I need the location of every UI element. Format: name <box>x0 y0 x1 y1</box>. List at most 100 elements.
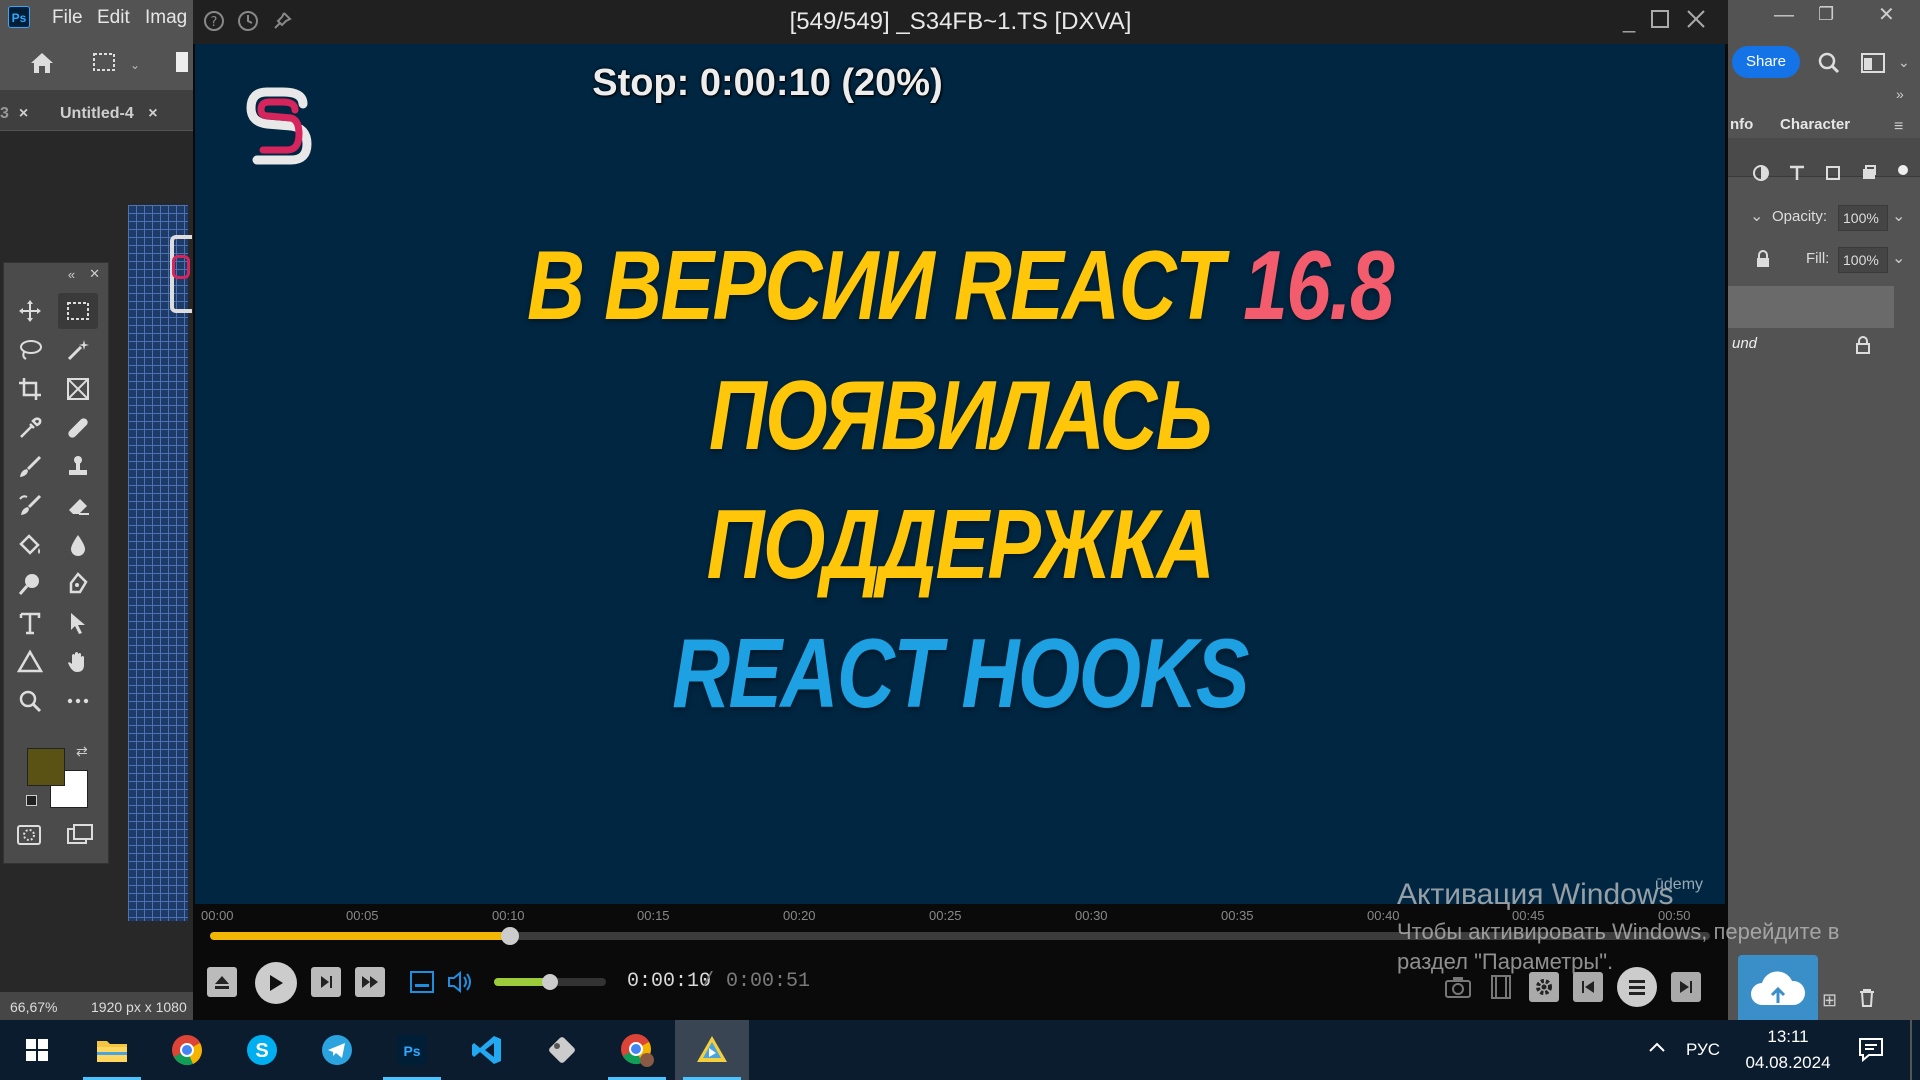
window-title: [549/549] _S34FB~1.TS [DXVA] <box>789 8 1132 35</box>
frame-tool-icon[interactable] <box>58 371 98 407</box>
shape-tool-icon[interactable] <box>10 644 50 680</box>
opacity-field[interactable]: 100% <box>1838 205 1888 231</box>
taskbar-chrome-profile[interactable] <box>600 1020 674 1080</box>
close-icon[interactable]: × <box>148 105 157 122</box>
workspace-icon[interactable] <box>1860 52 1886 74</box>
search-icon[interactable] <box>1816 50 1842 76</box>
pen-tool-icon[interactable] <box>58 566 98 602</box>
healing-brush-tool-icon[interactable] <box>58 410 98 446</box>
volume-icon[interactable] <box>445 967 475 997</box>
layer-filter-icons <box>1752 164 1910 182</box>
opacity-label: Opacity: <box>1772 208 1828 225</box>
camera-icon[interactable] <box>1443 973 1473 1001</box>
screen-mode-icon[interactable] <box>66 823 94 847</box>
foreground-color-swatch-top[interactable] <box>27 748 65 786</box>
swap-colors-icon[interactable]: ⇄ <box>76 743 88 760</box>
close-icon[interactable]: ✕ <box>89 266 100 282</box>
trash-icon[interactable] <box>1858 988 1876 1008</box>
video-frame[interactable]: В ВЕРСИИ REACT 16.8 ПОЯВИЛАСЬ ПОДДЕРЖКА … <box>195 44 1725 904</box>
zoom-level[interactable]: 66,67% <box>10 999 57 1015</box>
shape-filter-icon[interactable] <box>1824 164 1842 182</box>
tab-character[interactable]: Character <box>1780 116 1850 133</box>
eraser-tool-icon[interactable] <box>58 488 98 524</box>
new-layer-icon[interactable]: ⊞ <box>1822 990 1837 1011</box>
eject-icon[interactable] <box>207 967 237 997</box>
language-indicator[interactable]: РУС <box>1686 1040 1720 1060</box>
paint-bucket-tool-icon[interactable] <box>10 527 50 563</box>
collapse-icon[interactable]: « <box>68 267 75 282</box>
move-tool-icon[interactable] <box>10 293 50 329</box>
film-icon[interactable] <box>1487 973 1515 1001</box>
taskbar-file-explorer[interactable] <box>75 1020 149 1080</box>
more-tools-icon[interactable] <box>58 683 98 719</box>
tick-label: 00:20 <box>783 908 816 923</box>
show-desktop[interactable] <box>1910 1020 1912 1080</box>
chevron-down-icon[interactable]: ⌄ <box>1892 248 1905 268</box>
taskbar-media-player[interactable] <box>675 1020 749 1080</box>
play-icon[interactable] <box>255 962 297 1004</box>
chevron-down-icon[interactable]: ⌄ <box>1892 206 1905 226</box>
share-button[interactable]: Share <box>1732 46 1800 78</box>
hand-tool-icon[interactable] <box>58 644 98 680</box>
filter-toggle-icon[interactable] <box>1896 164 1910 182</box>
tick-label: 00:05 <box>346 908 379 923</box>
brush-tool-icon[interactable] <box>10 449 50 485</box>
layer-row-selected[interactable] <box>1728 286 1894 328</box>
clone-stamp-tool-icon[interactable] <box>58 449 98 485</box>
taskbar-photoshop[interactable]: Ps <box>375 1020 449 1080</box>
path-selection-tool-icon[interactable] <box>58 605 98 641</box>
expand-panels-icon[interactable]: » <box>1896 86 1904 102</box>
type-tool-icon[interactable] <box>10 605 50 641</box>
taskbar-vscode[interactable] <box>450 1020 524 1080</box>
menu-edit[interactable]: Edit <box>97 7 130 29</box>
eyedropper-tool-icon[interactable] <box>10 410 50 446</box>
tick-label: 00:30 <box>1075 908 1108 923</box>
volume-slider[interactable] <box>494 974 606 990</box>
default-colors-icon[interactable] <box>26 795 37 806</box>
maximize-icon[interactable] <box>1649 8 1671 34</box>
layer-name[interactable]: und <box>1732 335 1757 352</box>
close-icon[interactable] <box>1685 8 1707 34</box>
history-brush-tool-icon[interactable] <box>10 488 50 524</box>
step-forward-icon[interactable] <box>311 967 341 997</box>
adjustment-filter-icon[interactable] <box>1752 164 1770 182</box>
fill-field[interactable]: 100% <box>1838 247 1888 273</box>
taskbar-chrome[interactable] <box>150 1020 224 1080</box>
menu-file[interactable]: File <box>52 7 83 29</box>
taskbar-telegram[interactable] <box>300 1020 374 1080</box>
chevron-down-icon[interactable]: ⌄ <box>1898 54 1910 71</box>
quick-mask-icon[interactable] <box>16 823 42 847</box>
photoshop-logo[interactable]: Ps <box>8 6 30 28</box>
lasso-tool-icon[interactable] <box>10 332 50 368</box>
dodge-tool-icon[interactable] <box>10 566 50 602</box>
fast-forward-icon[interactable] <box>355 967 385 997</box>
panel-menu-icon[interactable]: ≡ <box>1894 118 1903 136</box>
minimize-icon[interactable]: _ <box>1623 8 1635 34</box>
type-filter-icon[interactable] <box>1788 164 1806 182</box>
smart-object-filter-icon[interactable] <box>1860 164 1878 182</box>
crop-tool-icon[interactable] <box>10 371 50 407</box>
taskbar-skype[interactable]: S <box>225 1020 299 1080</box>
close-icon[interactable]: ✕ <box>1878 2 1895 27</box>
subtitles-icon[interactable] <box>407 967 437 997</box>
tick-label: 00:35 <box>1221 908 1254 923</box>
chevron-up-icon[interactable] <box>1647 1038 1667 1058</box>
slide-text-yellow: В ВЕРСИИ REACT <box>527 230 1244 340</box>
menu-image[interactable]: Imag <box>145 7 191 29</box>
seek-thumb[interactable] <box>501 927 519 945</box>
windows-icon <box>26 1039 48 1061</box>
notifications-icon[interactable] <box>1857 1036 1885 1062</box>
blur-tool-icon[interactable] <box>58 527 98 563</box>
lock-icon[interactable] <box>1755 250 1771 268</box>
zoom-tool-icon[interactable] <box>10 683 50 719</box>
magic-wand-tool-icon[interactable] <box>58 332 98 368</box>
chevron-down-icon[interactable]: ⌄ <box>1750 206 1763 226</box>
tab-info[interactable]: nfo <box>1730 116 1753 133</box>
clock[interactable]: 13:11 04.08.2024 <box>1738 1024 1838 1076</box>
restore-icon[interactable]: ❐ <box>1818 4 1834 25</box>
taskbar-app-tool[interactable] <box>525 1020 599 1080</box>
rectangular-marquee-tool-icon[interactable] <box>58 293 98 329</box>
volume-thumb[interactable] <box>542 974 558 990</box>
minimize-icon[interactable]: — <box>1774 4 1794 27</box>
start-button[interactable] <box>0 1020 74 1080</box>
